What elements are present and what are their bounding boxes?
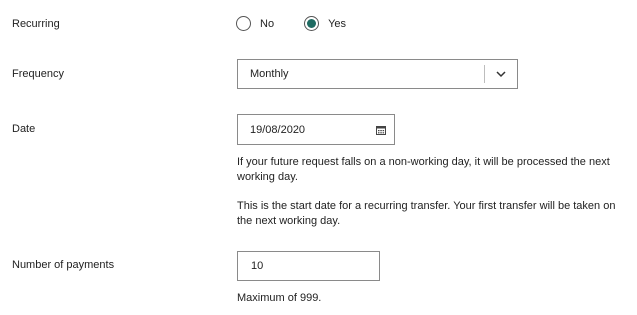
recurring-label: Recurring [12, 18, 60, 30]
date-input[interactable]: 19/08/2020 [237, 114, 395, 145]
number-of-payments-value: 10 [251, 260, 264, 272]
frequency-select[interactable]: Monthly [237, 59, 518, 89]
recurring-option-yes-label: Yes [328, 17, 347, 30]
chevron-down-icon[interactable] [485, 70, 517, 78]
payments-maximum-hint: Maximum of 999. [237, 292, 322, 304]
frequency-label: Frequency [12, 68, 64, 80]
number-of-payments-label: Number of payments [12, 259, 115, 271]
date-label: Date [12, 123, 36, 135]
calendar-icon[interactable] [368, 125, 394, 135]
recurring-option-no-label: No [260, 17, 275, 30]
date-hint-non-working-day: If your future request falls on a non-wo… [237, 156, 610, 183]
radio-yes[interactable] [304, 16, 320, 31]
frequency-selected-value: Monthly [250, 68, 289, 80]
recurring-option-yes[interactable]: Yes [304, 16, 346, 31]
recurring-radio-group: No Yes [236, 16, 376, 31]
date-value: 19/08/2020 [250, 123, 306, 136]
number-of-payments-input[interactable]: 10 [237, 251, 380, 281]
recurring-option-no[interactable]: No [236, 16, 274, 31]
radio-no[interactable] [236, 16, 251, 31]
recurring-payment-form: Recurring No Yes Frequency Monthly Date … [0, 0, 637, 315]
radio-selected-dot [307, 19, 317, 28]
date-hint-recurring-start: This is the start date for a recurring t… [237, 200, 616, 227]
